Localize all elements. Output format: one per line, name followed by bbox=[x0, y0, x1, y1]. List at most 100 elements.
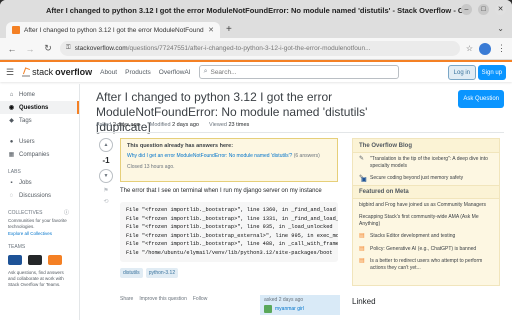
modified-value[interactable]: 2 days ago bbox=[172, 122, 199, 128]
login-button[interactable]: Log in bbox=[447, 65, 476, 80]
sidebar-item-label: Companies bbox=[19, 151, 50, 158]
sidebar-item-discussions[interactable]: ◌ Discussions bbox=[0, 189, 79, 202]
reload-icon[interactable]: ↻ bbox=[42, 43, 54, 54]
search-input[interactable] bbox=[210, 68, 394, 76]
share-link[interactable]: Share bbox=[120, 296, 133, 302]
maximize-icon[interactable]: □ bbox=[478, 4, 489, 15]
browser-menu-icon[interactable]: ⋮ bbox=[497, 43, 506, 54]
sidebar-item-questions[interactable]: ◉ Questions bbox=[0, 101, 79, 114]
collectives-label: COLLECTIVES bbox=[8, 209, 43, 216]
duplicate-notice: This question already has answers here: … bbox=[120, 138, 338, 182]
viewed-label: Viewed bbox=[209, 122, 227, 128]
blog-sidebar: The Overflow Blog ✎ "Translation is the t… bbox=[352, 138, 500, 286]
tag-icon: ◆ bbox=[9, 118, 14, 124]
url-field[interactable]: ⚿ stackoverflow.com/questions/77247551/a… bbox=[60, 41, 460, 56]
meta-item[interactable]: ▣ bigbird and Frog have joined us as Comm… bbox=[353, 177, 499, 212]
teams-label: TEAMS bbox=[8, 243, 26, 250]
tab-close-icon[interactable]: ✕ bbox=[208, 26, 214, 34]
address-bar: ← → ↻ ⚿ stackoverflow.com/questions/7724… bbox=[0, 38, 512, 60]
nav-about[interactable]: About bbox=[100, 69, 117, 76]
page-title[interactable]: After I changed to python 3.12 I got the… bbox=[96, 90, 416, 135]
forward-arrow-icon[interactable]: → bbox=[24, 44, 36, 54]
teams-description: Ask questions, find answers and collabor… bbox=[8, 270, 64, 287]
user-card-time: asked 2 days ago bbox=[264, 297, 304, 303]
code-line: File "<frozen importlib._bootstrap>", li… bbox=[126, 215, 338, 222]
blog-item[interactable]: ✎ Secure coding beyond just memory safety bbox=[353, 172, 499, 185]
blog-item[interactable]: ✎ "Translation is the tip of the iceberg"… bbox=[353, 153, 499, 172]
asked-label: Asked bbox=[96, 122, 112, 128]
tag-distutils[interactable]: distutils bbox=[120, 268, 143, 278]
improve-link[interactable]: Improve this question bbox=[139, 296, 187, 302]
users-icon: ● bbox=[9, 138, 14, 145]
tab-search-chevron-icon[interactable]: ⌄ bbox=[497, 24, 504, 33]
teams-graphic-icon bbox=[8, 255, 22, 265]
follow-link[interactable]: Follow bbox=[193, 296, 207, 302]
linked-heading: Linked bbox=[352, 297, 376, 306]
info-icon[interactable]: ⓘ bbox=[64, 209, 69, 216]
meta-item[interactable]: ▤ Policy: Generative AI (e.g., ChatGPT) i… bbox=[353, 243, 499, 256]
sidebar-item-label: Users bbox=[19, 138, 35, 145]
history-icon[interactable]: ⟲ bbox=[103, 198, 108, 205]
code-line: File "<frozen importlib._bootstrap>", li… bbox=[126, 224, 333, 230]
blog-item-label: "Translation is the tip of the iceberg":… bbox=[370, 156, 488, 169]
window-titlebar: After I changed to python 3.12 I got the… bbox=[0, 0, 512, 20]
globe-icon: ◉ bbox=[8, 105, 15, 111]
meta-item[interactable]: ▤ Is a better to redirect users who attem… bbox=[353, 255, 499, 274]
user-name-link[interactable]: myanmar girl bbox=[275, 306, 304, 312]
duplicate-link[interactable]: Why did I get an error ModuleNotFoundErr… bbox=[127, 153, 292, 159]
downvote-icon[interactable]: ▼ bbox=[99, 169, 113, 183]
tab-label: After I changed to python 3.12 I got the… bbox=[24, 26, 204, 34]
sidebar-item-companies[interactable]: ▦ Companies bbox=[0, 148, 79, 161]
vote-count: -1 bbox=[102, 156, 110, 165]
chat-bubble-icon: ▣ bbox=[361, 177, 367, 183]
code-line: File "<frozen importlib._bootstrap>", li… bbox=[126, 241, 338, 247]
close-icon[interactable]: ✕ bbox=[495, 4, 506, 15]
nav-products[interactable]: Products bbox=[125, 69, 151, 76]
duplicate-link-row: Why did I get an error ModuleNotFoundErr… bbox=[127, 153, 331, 159]
meta-item[interactable]: ▤ Stacks Editor development and testing bbox=[353, 230, 499, 243]
chat-icon: ◌ bbox=[9, 192, 14, 199]
sidebar-item-jobs[interactable]: ▪ Jobs bbox=[0, 176, 79, 189]
sidebar-item-users[interactable]: ● Users bbox=[0, 135, 79, 148]
site-info-icon[interactable]: ⚿ bbox=[66, 45, 71, 52]
site-search: ⌕ bbox=[198, 65, 399, 79]
meta-item[interactable]: ▣ Recapping Stack's first community-wide … bbox=[353, 177, 499, 230]
building-icon: ▦ bbox=[8, 152, 15, 158]
minimize-icon[interactable]: – bbox=[461, 4, 472, 15]
code-line: File "<frozen importlib._bootstrap_exter… bbox=[126, 232, 338, 239]
pencil-icon: ✎ bbox=[359, 156, 365, 162]
meta-item-label: bigbird and Frog have joined us as Commu… bbox=[359, 201, 487, 208]
teams-illustration bbox=[8, 255, 71, 265]
sidebar-item-tags[interactable]: ◆ Tags bbox=[0, 114, 79, 127]
hamburger-menu-icon[interactable]: ☰ bbox=[6, 67, 14, 78]
browser-tab[interactable]: After I changed to python 3.12 I got the… bbox=[6, 22, 220, 38]
sidebar-item-home[interactable]: ⌂ Home bbox=[0, 88, 79, 101]
question-body-text: The error that I see on terminal when I … bbox=[120, 188, 322, 194]
nav-overflowai[interactable]: OverflowAI bbox=[159, 69, 191, 76]
code-line: File "<frozen importlib._bootstrap>", li… bbox=[126, 207, 336, 213]
code-window-icon bbox=[28, 255, 42, 265]
new-tab-icon[interactable]: + bbox=[226, 22, 232, 38]
teams-section-heading: TEAMS bbox=[0, 242, 79, 251]
tag-python-3-12[interactable]: python-3.12 bbox=[145, 268, 179, 278]
explore-collectives-link[interactable]: Explore all Collectives bbox=[0, 231, 79, 236]
tab-bar: After I changed to python 3.12 I got the… bbox=[0, 20, 512, 38]
viewed-value: 23 times bbox=[228, 122, 250, 128]
modified-label: Modified bbox=[149, 122, 171, 128]
meta-item-label: Recapping Stack's first community-wide A… bbox=[359, 214, 479, 227]
collectives-section-heading: COLLECTIVES ⓘ bbox=[0, 208, 79, 217]
bookmark-star-icon[interactable]: ☆ bbox=[466, 44, 473, 53]
bookmark-icon[interactable]: ⚑ bbox=[103, 187, 108, 194]
meta-item-label: Policy: Generative AI (e.g., ChatGPT) is… bbox=[370, 245, 477, 252]
site-header: ☰ stack overflow About Products OverflowA… bbox=[0, 60, 512, 82]
back-arrow-icon[interactable]: ← bbox=[6, 44, 18, 54]
ask-question-button[interactable]: Ask Question bbox=[458, 90, 504, 108]
upvote-icon[interactable]: ▲ bbox=[99, 138, 113, 152]
signup-button[interactable]: Sign up bbox=[477, 65, 506, 80]
question-main: After I changed to python 3.12 I got the… bbox=[88, 84, 512, 320]
stackoverflow-logo[interactable]: stack overflow bbox=[22, 67, 92, 77]
avatar[interactable] bbox=[264, 305, 272, 313]
search-icon: ⌕ bbox=[203, 68, 208, 75]
profile-avatar[interactable] bbox=[479, 42, 491, 55]
window-title: After I changed to python 3.12 I got the… bbox=[46, 5, 466, 15]
